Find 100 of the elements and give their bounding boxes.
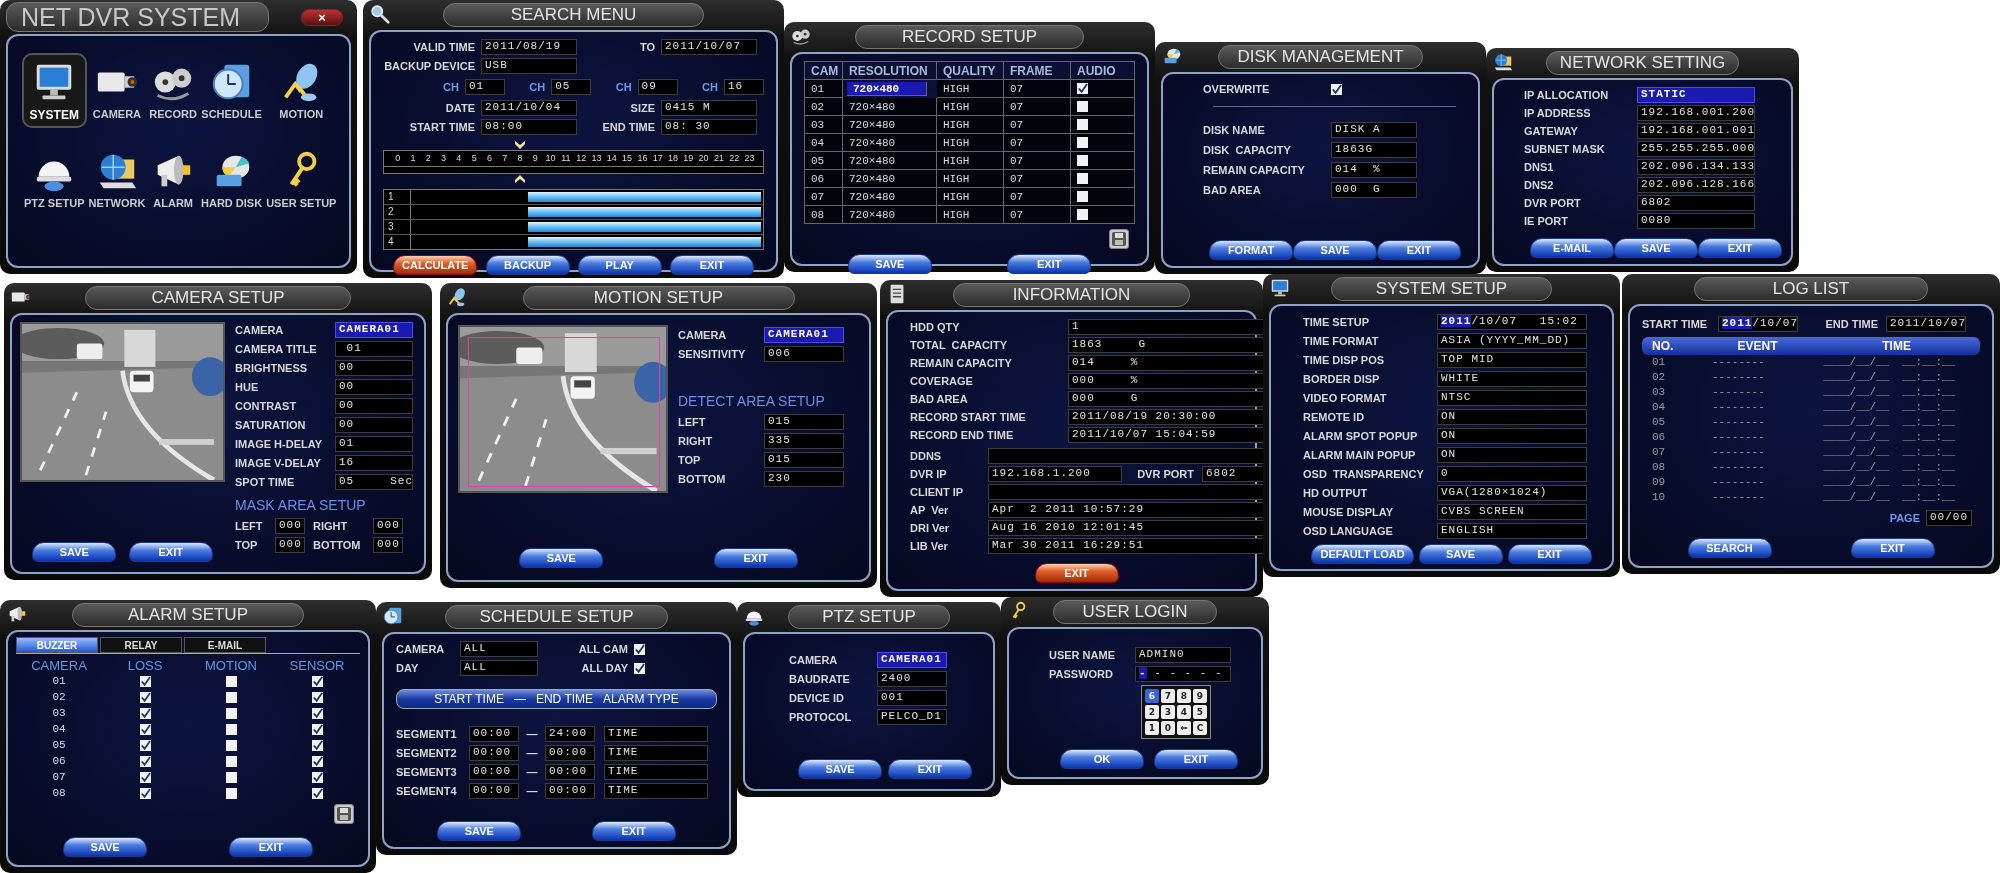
value-field[interactable]: 2011/08/19: [481, 39, 577, 55]
value-field[interactable]: ALL: [460, 660, 538, 676]
value-field[interactable]: TIME: [604, 745, 708, 761]
value-field[interactable]: 00:00: [469, 745, 519, 761]
value-field[interactable]: ADMIN0: [1135, 647, 1231, 663]
menu-item[interactable]: MOTION: [264, 53, 339, 128]
value-field[interactable]: ENGLISH: [1437, 522, 1587, 539]
value-field[interactable]: CAMERA01: [764, 327, 844, 343]
value-field[interactable]: 0415 M: [661, 100, 757, 116]
keypad-key[interactable]: ⇐: [1177, 721, 1191, 735]
checkbox[interactable]: [139, 771, 151, 783]
checkbox[interactable]: [311, 787, 323, 799]
action-button[interactable]: OK: [1060, 749, 1144, 769]
checkbox[interactable]: [311, 707, 323, 719]
value-field[interactable]: CVBS SCREEN: [1437, 503, 1587, 520]
action-button[interactable]: SAVE: [437, 821, 522, 841]
action-button[interactable]: EXIT: [1034, 563, 1119, 583]
keypad-key[interactable]: 2: [1145, 705, 1159, 719]
action-button[interactable]: EXIT: [713, 548, 798, 568]
menu-item[interactable]: ALARM: [147, 142, 199, 215]
value-field[interactable]: 014 %: [1331, 162, 1417, 178]
checkbox[interactable]: [139, 675, 151, 687]
value-field[interactable]: TOP MID: [1437, 351, 1587, 368]
checkbox[interactable]: [225, 723, 237, 735]
value-field[interactable]: 00: [335, 398, 413, 414]
action-button[interactable]: SAVE: [519, 548, 604, 568]
checkbox[interactable]: [225, 755, 237, 767]
keypad-key[interactable]: 0: [1161, 721, 1175, 735]
value-field[interactable]: 000: [373, 518, 403, 534]
value-field[interactable]: 01: [335, 436, 413, 452]
keypad-key[interactable]: 4: [1177, 705, 1191, 719]
menu-item[interactable]: SYSTEM: [22, 53, 87, 128]
value-field[interactable]: 255.255.255.000: [1637, 141, 1755, 157]
value-field[interactable]: 202.096.134.133: [1637, 159, 1755, 175]
value-field[interactable]: 000 G: [1331, 182, 1417, 198]
action-button[interactable]: SAVE: [847, 254, 932, 274]
value-field[interactable]: 006: [764, 346, 844, 362]
value-field[interactable]: 08: 30: [661, 119, 757, 135]
action-button[interactable]: SAVE: [63, 837, 147, 857]
checkbox[interactable]: [1077, 137, 1088, 148]
checkbox[interactable]: [1331, 83, 1342, 95]
checkbox[interactable]: [225, 787, 237, 799]
action-button[interactable]: EXIT: [1850, 538, 1935, 558]
value-field[interactable]: 01: [335, 341, 413, 357]
action-button[interactable]: E-MAIL: [1530, 238, 1614, 258]
floppy-button[interactable]: [334, 804, 354, 824]
checkbox[interactable]: [1077, 191, 1088, 202]
value-field[interactable]: 00:00: [545, 745, 595, 761]
action-button[interactable]: EXIT: [229, 837, 313, 857]
value-field[interactable]: 015: [764, 452, 844, 468]
value-field[interactable]: 2400: [877, 671, 947, 687]
value-field[interactable]: TIME: [604, 783, 708, 799]
action-button[interactable]: DEFAULT LOAD: [1311, 544, 1414, 564]
menu-item[interactable]: CAMERA: [86, 53, 148, 128]
value-field[interactable]: 230: [764, 471, 844, 487]
value-field[interactable]: 2011/10/07: [661, 39, 757, 55]
action-button[interactable]: EXIT: [669, 255, 754, 275]
checkbox[interactable]: [1077, 209, 1088, 220]
keypad-key[interactable]: 8: [1177, 689, 1191, 703]
value-field[interactable]: 16: [723, 79, 764, 95]
keypad-key[interactable]: 7: [1161, 689, 1175, 703]
value-field[interactable]: NTSC: [1437, 389, 1587, 406]
value-field[interactable]: PELCO_D1: [877, 709, 947, 725]
checkbox[interactable]: [311, 771, 323, 783]
action-button[interactable]: SAVE: [798, 759, 882, 779]
value-field[interactable]: 000: [373, 537, 403, 553]
keypad-key[interactable]: 5: [1193, 705, 1207, 719]
value-field[interactable]: 001: [877, 690, 947, 706]
checkbox[interactable]: [311, 675, 323, 687]
keypad-key[interactable]: C: [1193, 721, 1207, 735]
action-button[interactable]: SAVE: [1614, 238, 1698, 258]
value-field[interactable]: 2011/10/04: [481, 100, 577, 116]
value-field[interactable]: 09: [637, 79, 678, 95]
value-field[interactable]: ALL: [460, 641, 538, 657]
value-field[interactable]: 1863G: [1331, 142, 1417, 158]
checkbox[interactable]: [225, 739, 237, 751]
value-field[interactable]: 6802: [1637, 195, 1755, 211]
action-button[interactable]: EXIT: [1377, 240, 1461, 260]
checkbox[interactable]: [311, 739, 323, 751]
value-field[interactable]: 05 Sec: [335, 474, 413, 490]
value-field[interactable]: ASIA (YYYY_MM_DD): [1437, 332, 1587, 349]
menu-item[interactable]: SCHEDULE: [199, 53, 265, 128]
value-field[interactable]: 00:00: [469, 764, 519, 780]
value-field[interactable]: STATIC: [1637, 87, 1755, 103]
keypad-key[interactable]: 6: [1145, 689, 1159, 703]
value-field[interactable]: 00/00: [1926, 510, 1972, 526]
action-button[interactable]: EXIT: [1507, 544, 1592, 564]
value-field[interactable]: DISK A: [1331, 122, 1417, 138]
checkbox[interactable]: [1077, 119, 1088, 130]
checkbox[interactable]: [1077, 101, 1088, 112]
value-field[interactable]: 00:00: [469, 726, 519, 742]
tab[interactable]: E-MAIL: [184, 637, 266, 653]
value-field[interactable]: ON: [1437, 446, 1587, 463]
checkbox[interactable]: [139, 787, 151, 799]
value-field[interactable]: TIME: [604, 764, 708, 780]
checkbox[interactable]: [311, 755, 323, 767]
action-button[interactable]: SAVE: [1293, 240, 1377, 260]
value-field[interactable]: 335: [764, 433, 844, 449]
action-button[interactable]: EXIT: [888, 759, 972, 779]
value-field[interactable]: CAMERA01: [335, 322, 413, 338]
